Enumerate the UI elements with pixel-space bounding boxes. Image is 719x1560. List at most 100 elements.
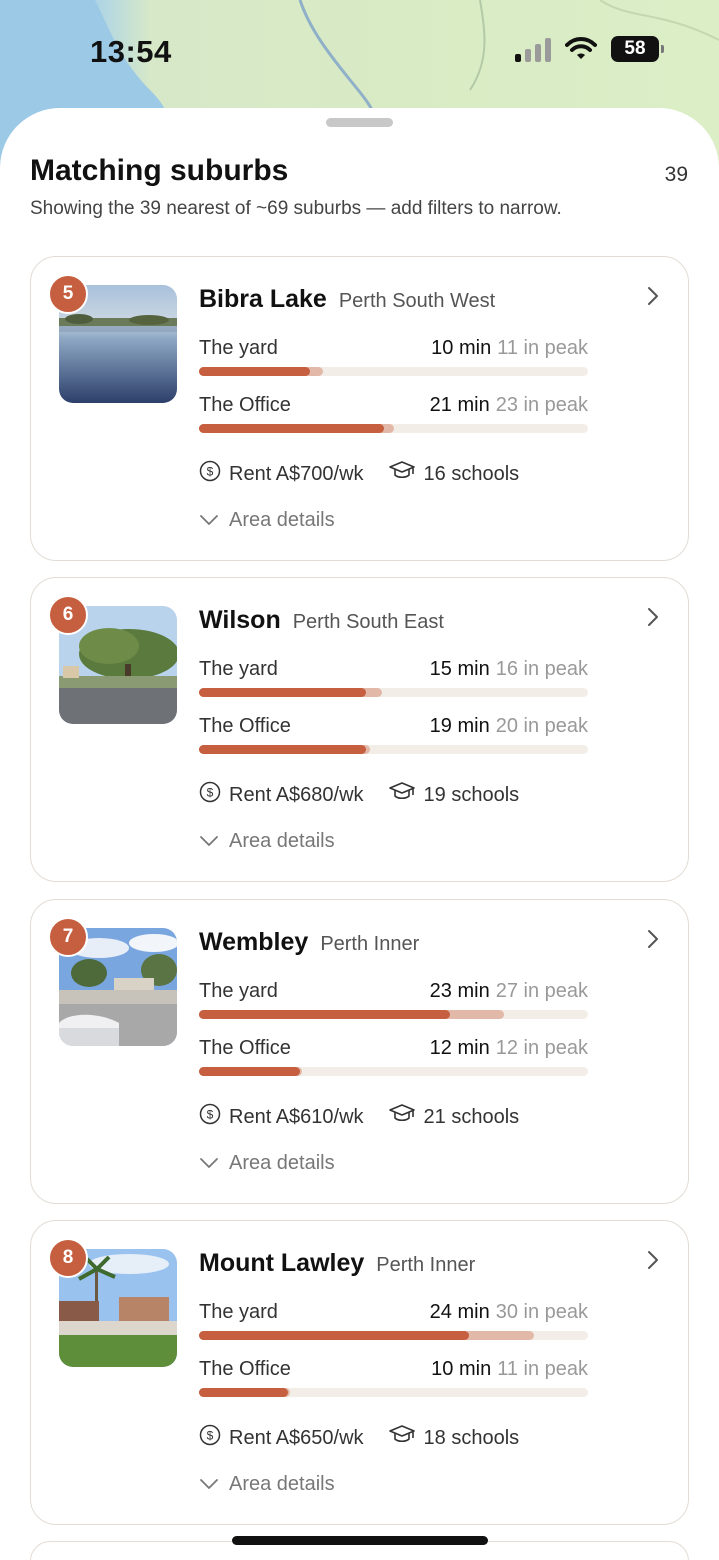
suburb-facts: $ Rent A$650/wk 18 schools	[199, 1423, 519, 1453]
result-count: 39	[664, 163, 688, 186]
commute-minutes: 19 min	[429, 715, 490, 737]
schools-fact: 21 schools	[388, 1102, 519, 1132]
suburb-card[interactable]: 7 Wembley Perth Inner The yard 23 min 27 i…	[30, 899, 689, 1204]
commute-minutes: 23 min	[429, 980, 490, 1002]
suburb-name: Mount Lawley Perth Inner	[199, 1249, 476, 1277]
commute-bar	[199, 1010, 588, 1019]
commute-minutes: 12 min	[429, 1037, 490, 1059]
commute-bar	[199, 424, 588, 433]
suburb-facts: $ Rent A$610/wk 21 schools	[199, 1102, 519, 1132]
chevron-right-icon[interactable]	[646, 606, 660, 633]
commute-bar	[199, 1388, 588, 1397]
sheet-grabber[interactable]	[326, 118, 393, 127]
commute-bar	[199, 688, 588, 697]
area-details-toggle[interactable]: Area details	[199, 509, 335, 532]
commute-peak: 30 in peak	[495, 1301, 588, 1323]
commute-times: 12 min 12 in peak	[430, 1037, 588, 1060]
suburb-name: Wembley Perth Inner	[199, 928, 420, 956]
status-time: 13:54	[90, 34, 172, 69]
rank-badge: 8	[48, 1238, 88, 1278]
suburb-card[interactable]: 5 Bibra Lake Perth South West The yard 10…	[30, 256, 689, 561]
suburb-facts: $ Rent A$700/wk 16 schools	[199, 459, 519, 489]
commute-destination: The Office	[199, 1037, 291, 1059]
chevron-down-icon	[199, 830, 229, 853]
commute-peak: 27 in peak	[495, 980, 588, 1002]
suburb-region: Perth South East	[292, 611, 444, 633]
commute-peak: 11 in peak	[497, 337, 588, 359]
commute-bar	[199, 1331, 588, 1340]
sheet-title: Matching suburbs	[30, 154, 289, 187]
rent-fact: $ Rent A$680/wk	[199, 781, 364, 809]
dollar-icon: $	[199, 1424, 229, 1452]
commute-bar	[199, 745, 588, 754]
commute-peak: 12 in peak	[495, 1037, 588, 1059]
commute-times: 21 min 23 in peak	[430, 394, 588, 417]
suburb-region: Perth South West	[338, 290, 496, 312]
battery-icon: 58	[611, 36, 664, 62]
graduation-cap-icon	[388, 1102, 424, 1132]
chevron-down-icon	[199, 1152, 229, 1175]
commute-minutes: 10 min	[431, 1358, 492, 1380]
suburb-card[interactable]: 6 Wilson Perth South East The yard 15 min…	[30, 577, 689, 882]
chevron-right-icon[interactable]	[646, 1249, 660, 1276]
dollar-icon: $	[199, 460, 229, 488]
commute-peak: 11 in peak	[497, 1358, 588, 1380]
commute-times: 19 min 20 in peak	[430, 715, 588, 738]
rank-badge: 5	[48, 274, 88, 314]
commute-peak: 20 in peak	[495, 715, 588, 737]
suburb-name: Wilson Perth South East	[199, 606, 444, 634]
commute-bar-fill	[199, 424, 384, 433]
commute-times: 10 min 11 in peak	[431, 1358, 588, 1381]
wifi-icon	[565, 37, 597, 59]
status-indicators: 58	[515, 36, 664, 62]
schools-fact: 18 schools	[388, 1423, 519, 1453]
commute-minutes: 15 min	[429, 658, 490, 680]
sheet-subtitle: Showing the 39 nearest of ~69 suburbs — …	[30, 198, 562, 219]
home-indicator	[232, 1536, 488, 1545]
commute-bar-fill	[199, 1067, 301, 1076]
commute-times: 15 min 16 in peak	[430, 658, 588, 681]
commute-peak: 16 in peak	[495, 658, 588, 680]
commute-bar-fill	[199, 1331, 470, 1340]
schools-fact: 19 schools	[388, 780, 519, 810]
suburb-facts: $ Rent A$680/wk 19 schools	[199, 780, 519, 810]
graduation-cap-icon	[388, 459, 424, 489]
chevron-right-icon[interactable]	[646, 285, 660, 312]
commute-times: 24 min 30 in peak	[430, 1301, 588, 1324]
area-details-toggle[interactable]: Area details	[199, 1152, 335, 1175]
area-details-toggle[interactable]: Area details	[199, 1473, 335, 1496]
commute-times: 10 min 11 in peak	[431, 337, 588, 360]
rank-badge: 7	[48, 917, 88, 957]
commute-destination: The Office	[199, 394, 291, 416]
cellular-signal-icon	[515, 36, 551, 62]
commute-minutes: 21 min	[429, 394, 490, 416]
svg-text:$: $	[207, 465, 214, 479]
commute-bar-fill	[199, 688, 367, 697]
commute-minutes: 24 min	[429, 1301, 490, 1323]
rank-badge: 6	[48, 595, 88, 635]
commute-minutes: 10 min	[431, 337, 492, 359]
svg-text:$: $	[207, 786, 214, 800]
suburb-region: Perth Inner	[320, 933, 420, 955]
commute-destination: The yard	[199, 1301, 278, 1323]
chevron-right-icon[interactable]	[646, 928, 660, 955]
commute-times: 23 min 27 in peak	[430, 980, 588, 1003]
commute-bar-fill	[199, 1388, 289, 1397]
commute-peak: 23 in peak	[495, 394, 588, 416]
rent-fact: $ Rent A$610/wk	[199, 1103, 364, 1131]
commute-bar	[199, 367, 588, 376]
commute-destination: The yard	[199, 337, 278, 359]
suburb-name: Bibra Lake Perth South West	[199, 285, 496, 313]
commute-bar	[199, 1067, 588, 1076]
area-details-toggle[interactable]: Area details	[199, 830, 335, 853]
chevron-down-icon	[199, 509, 229, 532]
suburb-card[interactable]: 8 Mount Lawley Perth Inner The yard 24 mi…	[30, 1220, 689, 1525]
graduation-cap-icon	[388, 1423, 424, 1453]
commute-destination: The Office	[199, 1358, 291, 1380]
dollar-icon: $	[199, 1103, 229, 1131]
commute-destination: The yard	[199, 980, 278, 1002]
commute-bar-fill	[199, 1010, 450, 1019]
rent-fact: $ Rent A$650/wk	[199, 1424, 364, 1452]
schools-fact: 16 schools	[388, 459, 519, 489]
commute-destination: The Office	[199, 715, 291, 737]
